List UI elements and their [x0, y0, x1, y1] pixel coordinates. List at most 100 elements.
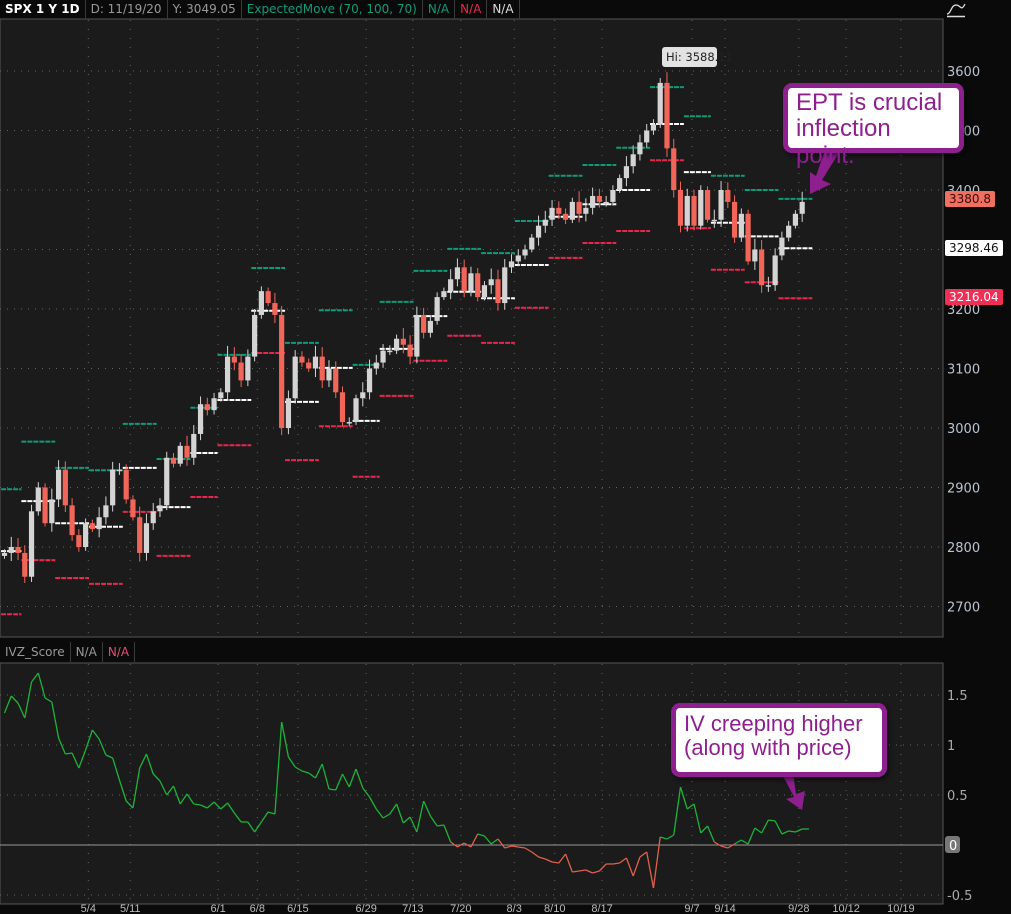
candle-down: [421, 314, 427, 333]
candle-up: [603, 201, 609, 204]
candle-down: [299, 356, 305, 363]
candle-up: [792, 213, 799, 226]
candle-up: [481, 285, 488, 298]
candle-up: [684, 195, 690, 226]
ivz-axis: 1.5 1 0.5 0 -0.5: [945, 689, 972, 904]
candle-up: [522, 249, 528, 256]
date-tick-label: 6/29: [355, 903, 376, 914]
candle-down: [745, 213, 751, 262]
ivz-value-1: N/A: [71, 642, 103, 662]
candle-up: [542, 219, 548, 226]
candle-up: [515, 255, 521, 262]
candle-down: [677, 190, 684, 226]
candle-up: [698, 190, 704, 226]
symbol-label[interactable]: SPX 1 Y 1D: [0, 0, 86, 19]
studies-icon[interactable]: [945, 2, 969, 18]
candle-up: [535, 225, 542, 238]
cursor-value: Y: 3049.05: [168, 0, 242, 19]
candle-down: [265, 291, 271, 304]
ivz-tick-label: 1.5: [947, 689, 968, 704]
candle-up: [644, 130, 650, 143]
candle-up: [224, 356, 231, 393]
candle-up: [285, 398, 292, 428]
candle-up: [387, 350, 393, 353]
price-tick-label: 2900: [947, 482, 980, 497]
candle-up: [177, 445, 183, 464]
candle-up: [143, 523, 150, 553]
candle-down: [691, 195, 697, 226]
candle-up: [164, 457, 170, 506]
candle-down: [461, 267, 467, 292]
date-tick-label: 5/4: [81, 903, 96, 914]
candle-up: [55, 469, 62, 500]
candle-up: [366, 368, 373, 393]
candle-down: [76, 535, 82, 547]
candle-down: [272, 303, 278, 315]
candle-up: [583, 207, 589, 214]
ivz-tick-label: 0: [949, 839, 957, 854]
candle-down: [407, 344, 413, 357]
price-tick-label: 3100: [947, 363, 980, 378]
candle-up: [35, 487, 41, 512]
candle-down: [562, 213, 569, 220]
candle-down: [759, 249, 765, 286]
study-value-upper: N/A: [423, 0, 456, 19]
iv-callout-line2: (along with price): [684, 735, 852, 761]
candle-down: [22, 552, 28, 577]
candle-up: [468, 273, 474, 292]
candle-down: [704, 190, 711, 220]
candle-up: [799, 201, 805, 214]
candle-down: [42, 487, 48, 524]
candle-up: [28, 511, 35, 577]
candle-down: [184, 445, 190, 458]
study-label-expected-move[interactable]: ExpectedMove (70, 100, 70): [242, 0, 423, 19]
candle-up: [312, 356, 319, 369]
candle-up: [718, 190, 724, 220]
ivz-tick-label: 1: [947, 739, 955, 754]
ept-callout-line1: EPT is crucial: [796, 89, 943, 116]
candle-down: [170, 457, 177, 464]
ivz-study-label[interactable]: IVZ_Score: [0, 642, 71, 662]
candle-up: [373, 362, 379, 369]
price-tick-label: 3200: [947, 303, 980, 318]
ivz-header: IVZ_Score N/A N/A: [0, 642, 136, 662]
candle-down: [400, 338, 406, 345]
candle-down: [306, 362, 312, 369]
candle-down: [238, 362, 244, 381]
candle-down: [596, 195, 602, 202]
candle-down: [204, 404, 210, 411]
date-tick-label: 5/11: [120, 903, 141, 914]
candle-up: [752, 249, 758, 262]
candle-down: [62, 469, 68, 506]
price-tick-label: 2700: [947, 601, 980, 616]
candle-up: [393, 338, 400, 351]
candle-up: [83, 523, 89, 547]
candle-up: [360, 392, 366, 399]
candle-up: [110, 469, 116, 506]
candle-up: [454, 267, 461, 280]
date-tick-label: 6/15: [287, 903, 308, 914]
candle-up: [96, 517, 102, 530]
candle-up: [623, 166, 630, 179]
candle-up: [765, 285, 771, 287]
date-axis: 5/4 5/11 6/1 6/8 6/15 6/29 7/13 7/20 8/3 8/10 8/17…: [81, 903, 915, 914]
candle-down: [15, 547, 21, 553]
candle-up: [218, 392, 224, 399]
candle-down: [495, 279, 501, 304]
candle-up: [711, 219, 717, 222]
candle-down: [130, 499, 136, 518]
candle-up: [150, 511, 156, 524]
candle-down: [137, 517, 143, 553]
candle-up: [657, 82, 663, 125]
price-tick-label: 3000: [947, 422, 980, 437]
ivz-tick-label: 0.5: [947, 789, 968, 804]
ept-callout-line2: inflection point.: [796, 115, 891, 169]
candle-up: [610, 190, 616, 202]
candle-up: [49, 499, 55, 524]
candle-up: [353, 398, 359, 423]
candle-up: [637, 142, 643, 155]
candle-up: [441, 291, 447, 298]
study-value-mid: N/A: [487, 0, 520, 19]
lower-level-badge: 3216.04: [945, 289, 1003, 305]
price-tick-label: 2800: [947, 541, 980, 556]
